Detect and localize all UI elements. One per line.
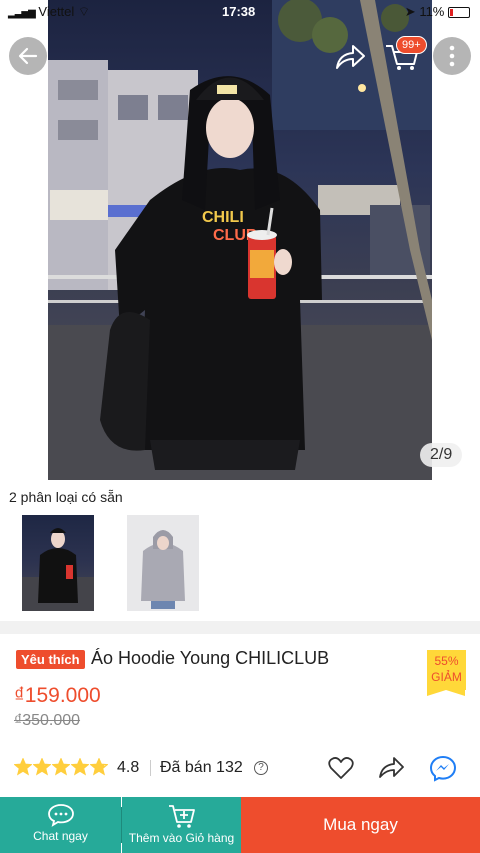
wifi-icon: ⌔ — [77, 4, 91, 19]
add-to-cart-icon — [168, 805, 195, 828]
cart-count-badge: 99+ — [396, 36, 427, 54]
buy-now-button[interactable]: Mua ngay — [241, 797, 480, 853]
gallery-page-indicator: 2/9 — [420, 443, 463, 467]
star-icon — [71, 758, 89, 776]
buy-now-label: Mua ngay — [323, 815, 398, 834]
discount-tag: 55% GIẢM — [427, 650, 466, 696]
variant-thumb-black[interactable] — [22, 515, 94, 611]
help-icon[interactable]: ? — [254, 761, 268, 775]
battery-icon — [448, 7, 470, 19]
battery-indicator: ➤ 11% — [405, 4, 470, 20]
star-rating — [14, 758, 108, 776]
bottom-action-bar: Chat ngay Thêm vào Giỏ hàng Mua ngay — [0, 797, 480, 853]
add-to-cart-label: Thêm vào Giỏ hàng — [128, 831, 235, 845]
discount-label: GIẢM — [431, 670, 462, 684]
star-icon — [14, 758, 32, 776]
favorite-badge: Yêu thích — [16, 650, 85, 669]
current-price: ₫159.000 — [14, 684, 101, 707]
variant-black-image — [22, 528, 94, 611]
arrow-left-icon — [18, 47, 38, 65]
sold-count: Đã bán 132 — [160, 759, 243, 776]
back-button[interactable] — [9, 37, 47, 75]
chat-now-label: Chat ngay — [33, 829, 88, 843]
variant-thumb-gray[interactable] — [127, 515, 199, 611]
variant-gray-image — [141, 530, 185, 609]
rating-value: 4.8 — [117, 759, 140, 776]
more-vertical-icon — [449, 45, 455, 67]
chat-icon — [47, 804, 74, 827]
original-price: ₫350.000 — [14, 712, 81, 729]
share-button[interactable] — [333, 42, 367, 72]
status-bar: ▂▃▅▆ Viettel ⌔ 17:38 ➤ 11% — [0, 0, 480, 24]
discount-percent: 55% — [434, 654, 459, 668]
variants-label: 2 phân loại có sẵn — [9, 489, 123, 505]
carrier-label: ▂▃▅▆ Viettel ⌔ — [8, 4, 90, 20]
product-title: Áo Hoodie Young CHILICLUB — [91, 648, 330, 668]
add-to-cart-button[interactable]: Thêm vào Giỏ hàng — [122, 797, 241, 853]
product-image[interactable]: CHILI CLUB — [0, 0, 480, 480]
star-icon — [33, 758, 51, 776]
signal-icon: ▂▃▅▆ — [8, 8, 36, 19]
heart-icon[interactable] — [328, 756, 354, 780]
messenger-icon[interactable] — [429, 754, 457, 782]
rating-divider — [150, 760, 151, 776]
star-icon — [90, 758, 108, 776]
star-icon — [52, 758, 70, 776]
more-options-button[interactable] — [433, 37, 471, 75]
carrier-name: Viettel — [38, 4, 75, 19]
section-divider — [0, 621, 480, 634]
clock: 17:38 — [222, 4, 256, 19]
hero-scene: CHILI CLUB — [48, 0, 432, 480]
share-icon[interactable] — [377, 756, 405, 780]
svg-text:CHILI: CHILI — [202, 209, 244, 226]
chat-now-button[interactable]: Chat ngay — [0, 797, 121, 853]
battery-percent: 11% — [419, 4, 445, 19]
location-icon: ➤ — [404, 4, 416, 19]
